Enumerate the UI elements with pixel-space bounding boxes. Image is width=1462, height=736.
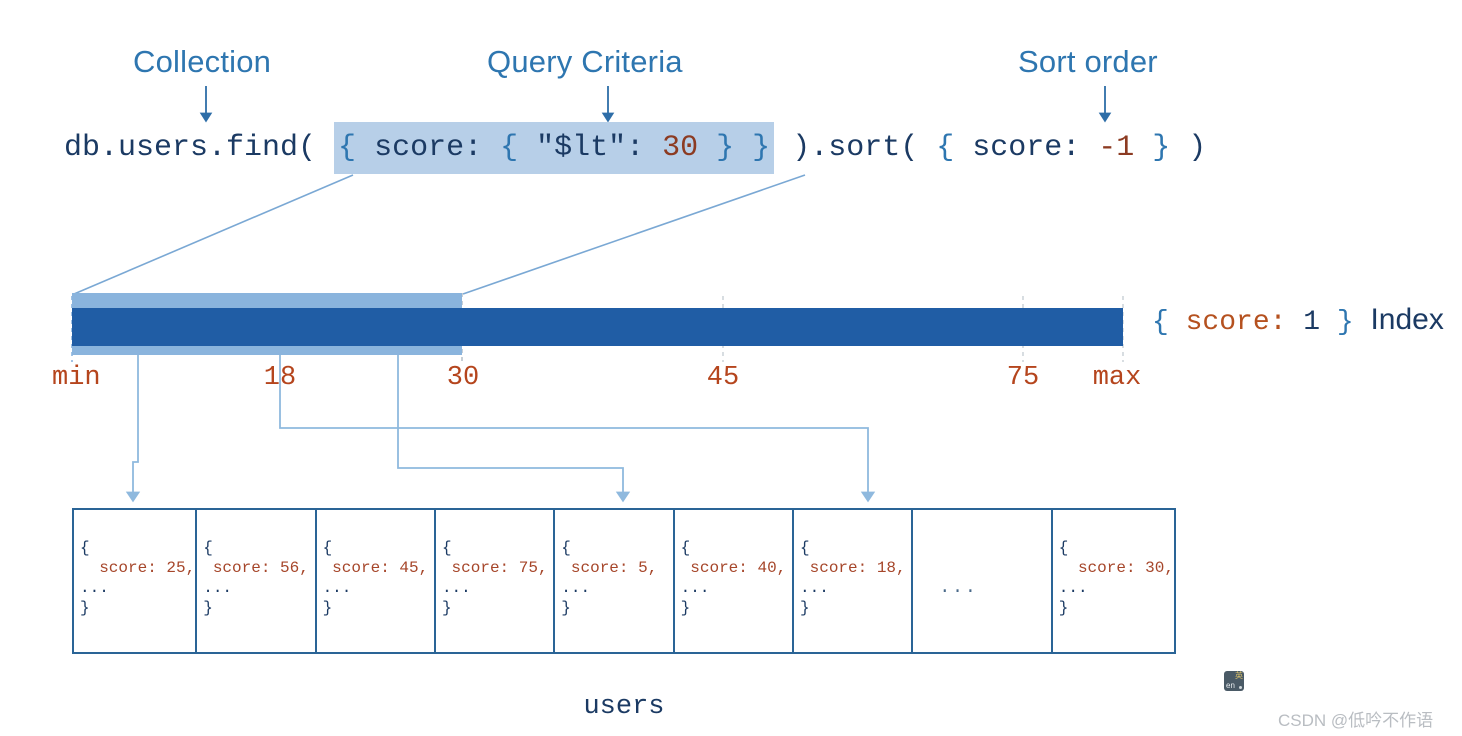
connector-marker-25-to-doc-1 xyxy=(125,345,141,503)
tick-label-max: max xyxy=(1092,363,1142,393)
doc-close-brace: } xyxy=(561,599,571,617)
tick-label-75: 75 xyxy=(1006,363,1040,393)
tick-label-45: 45 xyxy=(706,363,740,393)
doc-open-brace: { xyxy=(80,539,90,557)
doc-score-line: score: 75, xyxy=(441,559,548,577)
criteria-operator: "$lt": xyxy=(536,131,663,165)
connector-marker-18-to-doc-7 xyxy=(279,345,876,503)
query-middle: ).sort( xyxy=(774,131,937,165)
doc-score-line: score: 30, xyxy=(1058,559,1174,577)
connector-marker-5-to-doc-5 xyxy=(397,345,631,503)
criteria-field: score: xyxy=(374,131,501,165)
doc-close-brace: } xyxy=(680,599,691,617)
csdn-watermark: CSDN @低吟不作语 xyxy=(1278,711,1434,730)
tick-label-30: 30 xyxy=(446,363,480,393)
tick-label-min: min xyxy=(52,363,101,393)
index-label-close-brace: } xyxy=(1320,307,1371,338)
sort-close-brace: } xyxy=(1134,131,1189,165)
ime-badge-dot xyxy=(1239,686,1242,689)
doc-close-brace: } xyxy=(441,599,452,617)
doc-ellipsis: ... xyxy=(203,579,233,597)
document-box[interactable]: { score: 56, ... } xyxy=(197,510,317,652)
doc-close-brace: } xyxy=(322,599,333,617)
index-label-value: 1 xyxy=(1303,307,1321,338)
tick-label-18: 18 xyxy=(263,363,297,393)
sort-open-brace: { xyxy=(936,131,973,165)
document-box[interactable]: { score: 45, ... } xyxy=(317,510,436,652)
criteria-close-brace: } xyxy=(752,131,771,165)
collection-name-label: users xyxy=(583,692,665,722)
document-box[interactable]: { score: 5, ... } xyxy=(555,510,675,652)
document-box[interactable]: { score: 30, ... } xyxy=(1053,510,1174,652)
doc-open-brace: { xyxy=(561,539,571,557)
doc-score-line: score: 56, xyxy=(203,559,309,577)
doc-open-brace: { xyxy=(800,539,810,557)
doc-ellipsis: ... xyxy=(561,579,591,597)
doc-open-brace: { xyxy=(203,539,213,557)
doc-ellipsis: ... xyxy=(680,579,710,597)
index-label-word: Index xyxy=(1370,303,1444,336)
ime-badge-zh: 英 xyxy=(1235,671,1243,680)
doc-close-brace: } xyxy=(80,599,90,617)
diagram-canvas: Collection Query Criteria Sort order db.… xyxy=(0,0,1462,736)
callout-arrows xyxy=(199,86,1112,123)
doc-score-line: score: 18, xyxy=(800,559,906,577)
doc-close-brace: } xyxy=(1058,599,1069,617)
doc-ellipsis: ... xyxy=(939,578,978,598)
query-prefix: db.users.find( xyxy=(64,131,335,165)
index-to-document-connectors xyxy=(125,345,876,503)
callout-label-query-criteria: Query Criteria xyxy=(487,44,683,79)
criteria-inner-open-brace: { xyxy=(500,131,537,165)
doc-score-line: score: 5, xyxy=(561,559,658,577)
sort-value: -1 xyxy=(1098,131,1135,165)
index-bar xyxy=(72,308,1123,346)
document-box-ellipsis: ... xyxy=(913,510,1053,652)
doc-close-brace: } xyxy=(800,599,810,617)
doc-close-brace: } xyxy=(203,599,213,617)
index-label-open-brace: { xyxy=(1152,307,1186,338)
ime-badge-en: en xyxy=(1226,681,1235,690)
criteria-to-index-trapezoid xyxy=(73,174,806,295)
doc-ellipsis: ... xyxy=(1058,579,1088,597)
ime-indicator-icon: 英 en xyxy=(1224,671,1244,691)
criteria-value: 30 xyxy=(662,131,699,165)
criteria-inner-close-brace: } xyxy=(698,131,753,165)
callout-label-collection: Collection xyxy=(133,44,272,79)
doc-ellipsis: ... xyxy=(800,579,829,597)
callout-label-sort-order: Sort order xyxy=(1018,44,1158,79)
doc-ellipsis: ... xyxy=(322,579,352,597)
document-box[interactable]: { score: 18, ... } xyxy=(794,510,914,652)
documents-row: { score: 25, ... } { score: 56, ... } { … xyxy=(72,508,1176,654)
doc-score-line: score: 45, xyxy=(322,559,429,577)
document-box[interactable]: { score: 25, ... } xyxy=(74,510,198,652)
query-criteria-highlight: { score: { "$lt": 30 } } xyxy=(334,122,775,174)
doc-open-brace: { xyxy=(322,539,333,557)
sort-field: score: xyxy=(972,131,1099,165)
doc-score-line: score: 40, xyxy=(680,559,787,577)
doc-open-brace: { xyxy=(680,539,691,557)
query-suffix: ) xyxy=(1188,131,1207,165)
index-label-field: score: xyxy=(1185,307,1304,338)
criteria-open-brace: { xyxy=(338,131,375,165)
index-label: { score: 1 } Index xyxy=(1152,303,1444,338)
query-code-line: db.users.find( { score: { "$lt": 30 } } … xyxy=(64,122,1207,174)
doc-score-line: score: 25, xyxy=(80,559,196,577)
doc-ellipsis: ... xyxy=(80,579,109,597)
document-box[interactable]: { score: 40, ... } xyxy=(675,510,795,652)
doc-open-brace: { xyxy=(1058,539,1069,557)
doc-ellipsis: ... xyxy=(441,579,471,597)
document-box[interactable]: { score: 75, ... } xyxy=(436,510,556,652)
doc-open-brace: { xyxy=(441,539,452,557)
